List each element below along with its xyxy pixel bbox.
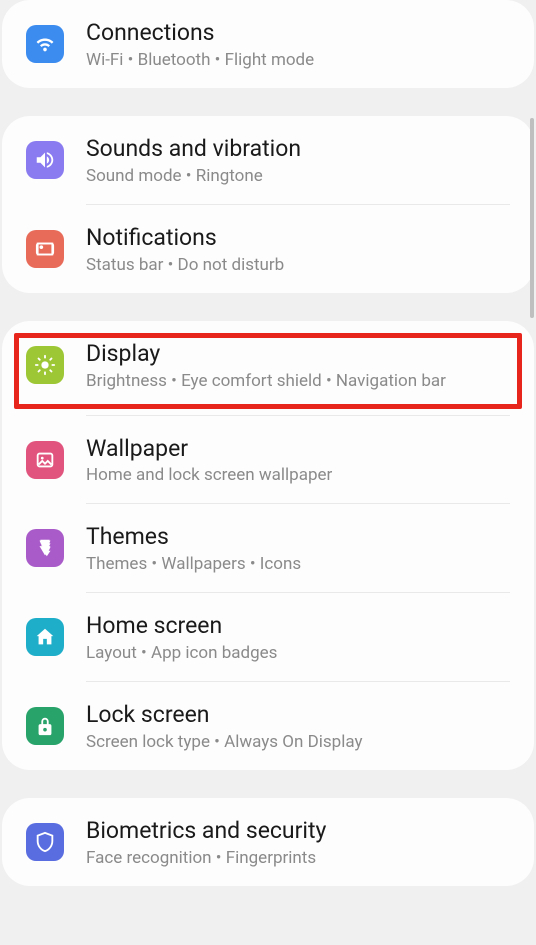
settings-group: Display Brightness • Eye comfort shield … — [2, 321, 534, 770]
home-icon — [26, 618, 64, 656]
item-title: Connections — [86, 18, 510, 48]
settings-item-connections[interactable]: Connections Wi-Fi • Bluetooth • Flight m… — [2, 0, 534, 88]
settings-item-sounds[interactable]: Sounds and vibration Sound mode • Ringto… — [2, 116, 534, 204]
item-title: Display — [86, 339, 510, 369]
settings-item-homescreen[interactable]: Home screen Layout • App icon badges — [2, 593, 534, 681]
settings-group: Connections Wi-Fi • Bluetooth • Flight m… — [2, 0, 534, 88]
settings-group: Biometrics and security Face recognition… — [2, 798, 534, 886]
item-subtitle: Themes • Wallpapers • Icons — [86, 554, 510, 574]
settings-item-biometrics[interactable]: Biometrics and security Face recognition… — [2, 798, 534, 886]
speaker-icon — [26, 141, 64, 179]
item-title: Biometrics and security — [86, 816, 510, 846]
item-title: Wallpaper — [86, 434, 510, 464]
themes-icon — [26, 529, 64, 567]
item-subtitle: Status bar • Do not disturb — [86, 255, 510, 275]
item-subtitle: Sound mode • Ringtone — [86, 166, 510, 186]
item-subtitle: Wi-Fi • Bluetooth • Flight mode — [86, 50, 510, 70]
lock-icon — [26, 707, 64, 745]
item-subtitle: Face recognition • Fingerprints — [86, 848, 510, 868]
shield-icon — [26, 823, 64, 861]
wifi-icon — [26, 25, 64, 63]
item-subtitle: Home and lock screen wallpaper — [86, 465, 510, 485]
settings-item-lockscreen[interactable]: Lock screen Screen lock type • Always On… — [2, 682, 534, 770]
item-title: Sounds and vibration — [86, 134, 510, 164]
image-icon — [26, 441, 64, 479]
settings-item-notifications[interactable]: Notifications Status bar • Do not distur… — [2, 205, 534, 293]
item-title: Home screen — [86, 611, 510, 641]
item-subtitle: Screen lock type • Always On Display — [86, 732, 510, 752]
settings-item-themes[interactable]: Themes Themes • Wallpapers • Icons — [2, 504, 534, 592]
settings-group: Sounds and vibration Sound mode • Ringto… — [2, 116, 534, 293]
brightness-icon — [26, 346, 64, 384]
scrollbar[interactable] — [530, 118, 534, 318]
settings-item-display[interactable]: Display Brightness • Eye comfort shield … — [2, 321, 534, 409]
settings-item-wallpaper[interactable]: Wallpaper Home and lock screen wallpaper — [2, 416, 534, 504]
item-subtitle: Layout • App icon badges — [86, 643, 510, 663]
item-title: Lock screen — [86, 700, 510, 730]
notification-icon — [26, 230, 64, 268]
item-title: Notifications — [86, 223, 510, 253]
item-title: Themes — [86, 522, 510, 552]
item-subtitle: Brightness • Eye comfort shield • Naviga… — [86, 371, 510, 391]
